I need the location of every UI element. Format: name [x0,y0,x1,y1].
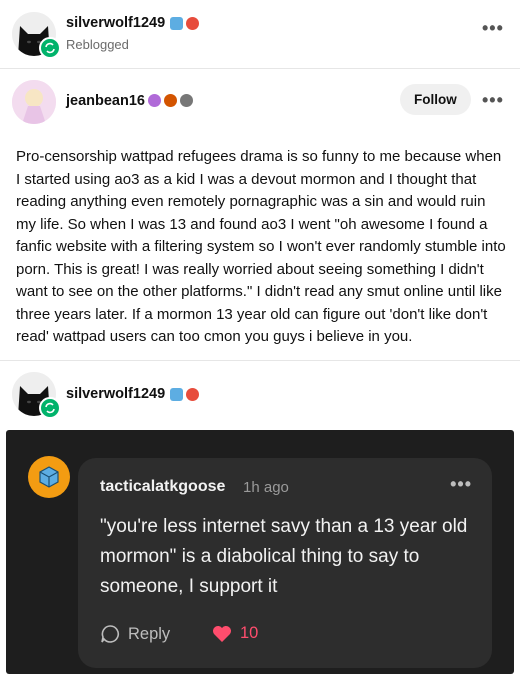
reply-options-icon[interactable]: ••• [450,474,472,495]
red-badge-icon [186,17,199,30]
post-body: Pro-censorship wattpad refugees drama is… [16,148,506,345]
fish-badge-icon [170,17,183,30]
gray-badge-icon [180,94,193,107]
like-button[interactable]: 10 [212,624,258,643]
goose-avatar[interactable] [28,456,70,498]
fish-badge-icon [170,388,183,401]
reply-text: "you're less internet savy than a 13 yea… [100,516,468,597]
reblogger-badges [170,17,199,30]
reblogged-status: Reblogged [66,37,129,52]
cube-icon [39,466,59,488]
reblog-badge-icon [39,397,61,419]
speech-bubble-icon [101,625,119,643]
heart-icon [213,625,231,642]
avatar-jeanbean16[interactable] [12,80,56,124]
reply-card: tacticalatkgoose 1h ago ••• "you're less… [78,458,492,668]
reblogger-username[interactable]: silverwolf1249 [66,15,165,31]
original-poster-badges [148,94,193,107]
reblog-badge-icon [39,37,61,59]
post-options-icon[interactable]: ••• [482,90,504,111]
reply-timestamp: 1h ago [243,479,289,496]
reblog-badges [170,388,199,401]
reply-screenshot: tacticalatkgoose 1h ago ••• "you're less… [6,430,514,674]
follow-button[interactable]: Follow [400,84,471,115]
more-options-icon[interactable]: ••• [482,18,504,39]
reply-button[interactable]: Reply [100,624,170,644]
reply-button-label: Reply [128,624,171,643]
header-divider [0,68,520,69]
post-divider [0,360,520,361]
reply-username[interactable]: tacticalatkgoose [100,478,225,496]
purple-badge-icon [148,94,161,107]
reblog-username[interactable]: silverwolf1249 [66,386,165,402]
original-poster-username[interactable]: jeanbean16 [66,93,145,109]
like-count: 10 [240,624,259,642]
artwork-avatar-icon [12,80,56,124]
orange-badge-icon [164,94,177,107]
red-badge-icon [186,388,199,401]
